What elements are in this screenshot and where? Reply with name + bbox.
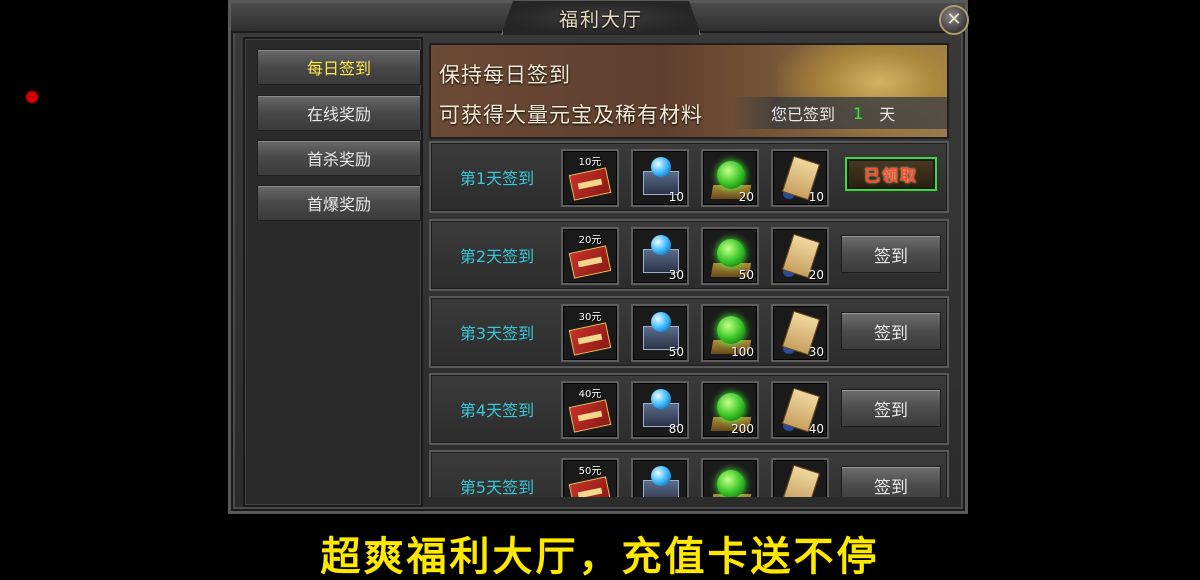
day-label: 第1天签到 (459, 169, 535, 188)
signin-button[interactable]: 签到 (841, 235, 941, 273)
card-value: 20元 (578, 235, 602, 246)
recharge-card-icon (568, 476, 612, 497)
reward-slot-card[interactable]: 30元 (561, 304, 619, 362)
reward-row-day-5: 第5天签到 50元 签到 (429, 450, 949, 497)
sidebar-item-online-reward[interactable]: 在线奖励 (257, 95, 421, 131)
recharge-card-icon (568, 322, 612, 356)
item-quantity: 40 (808, 422, 824, 436)
reward-slot-scroll[interactable] (771, 458, 829, 497)
close-button[interactable]: ✕ (939, 5, 969, 35)
card-value: 10元 (578, 157, 602, 168)
blue-gem-icon (651, 312, 671, 332)
reward-slot-chest[interactable]: 30 (631, 227, 689, 285)
reward-slot-card[interactable]: 20元 (561, 227, 619, 285)
sidebar-item-label: 首爆奖励 (306, 195, 371, 214)
claimed-badge: 已领取 (845, 157, 937, 191)
card-value: 40元 (578, 389, 602, 400)
promo-caption: 超爽福利大厅，充值卡送不停 (320, 534, 880, 580)
day-label: 第5天签到 (459, 478, 535, 497)
signed-days-counter: 您已签到 1 天 (731, 97, 947, 129)
reward-row-day-3: 第3天签到 30元 50 100 30 签到 (429, 296, 949, 368)
item-quantity: 20 (808, 268, 824, 282)
banner-subline: 可获得大量元宝及稀有材料 (439, 103, 703, 127)
reward-slot-scroll[interactable]: 10 (771, 149, 829, 207)
green-orb-icon (717, 239, 745, 267)
sidebar-item-label: 在线奖励 (306, 105, 371, 124)
sidebar-item-first-kill-reward[interactable]: 首杀奖励 (257, 140, 421, 176)
item-quantity: 30 (668, 268, 684, 282)
item-quantity: 50 (668, 345, 684, 359)
recharge-card-icon (568, 167, 612, 201)
reward-row-day-2: 第2天签到 20元 30 50 20 签到 (429, 219, 949, 291)
signin-button[interactable]: 签到 (841, 466, 941, 497)
green-orb-icon (717, 393, 745, 421)
signin-button[interactable]: 签到 (841, 389, 941, 427)
item-quantity: 30 (808, 345, 824, 359)
reward-slot-chest[interactable]: 10 (631, 149, 689, 207)
green-orb-icon (717, 316, 745, 344)
reward-slot-orb[interactable] (701, 458, 759, 497)
signed-prefix: 您已签到 (771, 105, 836, 124)
reward-slot-chest[interactable] (631, 458, 689, 497)
card-value: 50元 (578, 466, 602, 477)
reward-slot-scroll[interactable]: 20 (771, 227, 829, 285)
reward-row-day-1: 第1天签到 10元 10 20 10 已领取 (429, 141, 949, 213)
window-title: 福利大厅 (558, 8, 643, 31)
recharge-card-icon (568, 399, 612, 433)
blue-gem-icon (651, 157, 671, 177)
reward-slot-card[interactable]: 40元 (561, 381, 619, 439)
reward-slot-orb[interactable]: 50 (701, 227, 759, 285)
reward-slot-card[interactable]: 50元 (561, 458, 619, 497)
green-orb-icon (717, 161, 745, 189)
signed-suffix: 天 (879, 105, 896, 124)
signin-button[interactable]: 签到 (841, 312, 941, 350)
title-plate: 福利大厅 (501, 1, 701, 35)
recharge-card-icon (568, 245, 612, 279)
title-bar: 福利大厅 ✕ (231, 1, 969, 35)
item-quantity: 10 (808, 190, 824, 204)
signin-banner: 保持每日签到 可获得大量元宝及稀有材料 您已签到 1 天 (429, 43, 949, 139)
reward-slot-chest[interactable]: 50 (631, 304, 689, 362)
banner-headline: 保持每日签到 (439, 63, 571, 87)
reward-slot-chest[interactable]: 80 (631, 381, 689, 439)
notification-dot (26, 91, 38, 103)
reward-slot-orb[interactable]: 200 (701, 381, 759, 439)
item-quantity: 200 (731, 422, 754, 436)
item-quantity: 20 (738, 190, 754, 204)
blue-gem-icon (651, 235, 671, 255)
scroll-icon (781, 464, 821, 497)
day-label: 第3天签到 (459, 324, 535, 343)
reward-slot-scroll[interactable]: 40 (771, 381, 829, 439)
item-quantity: 100 (731, 345, 754, 359)
reward-slot-card[interactable]: 10元 (561, 149, 619, 207)
blue-gem-icon (651, 389, 671, 409)
day-label: 第2天签到 (459, 247, 535, 266)
reward-slot-orb[interactable]: 20 (701, 149, 759, 207)
day-label: 第4天签到 (459, 401, 535, 420)
sidebar-item-daily-signin[interactable]: 每日签到 (257, 49, 421, 85)
sidebar: 每日签到 在线奖励 首杀奖励 首爆奖励 (243, 37, 423, 507)
blue-gem-icon (651, 466, 671, 486)
sidebar-item-label: 每日签到 (306, 59, 371, 78)
item-quantity: 80 (668, 422, 684, 436)
reward-slot-scroll[interactable]: 30 (771, 304, 829, 362)
sidebar-item-label: 首杀奖励 (306, 150, 371, 169)
reward-row-day-4: 第4天签到 40元 80 200 40 签到 (429, 373, 949, 445)
close-icon[interactable]: ✕ (946, 9, 961, 30)
sidebar-item-first-drop-reward[interactable]: 首爆奖励 (257, 185, 421, 221)
welfare-hall-window: 福利大厅 ✕ 每日签到 在线奖励 首杀奖励 首爆奖励 保持每日签到 可获得大量元… (228, 0, 969, 514)
card-value: 30元 (578, 312, 602, 323)
signin-reward-list[interactable]: 第1天签到 10元 10 20 10 已领取 第2天签到 20元 30 50 2… (429, 141, 949, 497)
green-orb-icon (717, 470, 745, 497)
signed-count: 1 (853, 103, 864, 123)
item-quantity: 10 (668, 190, 684, 204)
item-quantity: 50 (738, 268, 754, 282)
reward-slot-orb[interactable]: 100 (701, 304, 759, 362)
